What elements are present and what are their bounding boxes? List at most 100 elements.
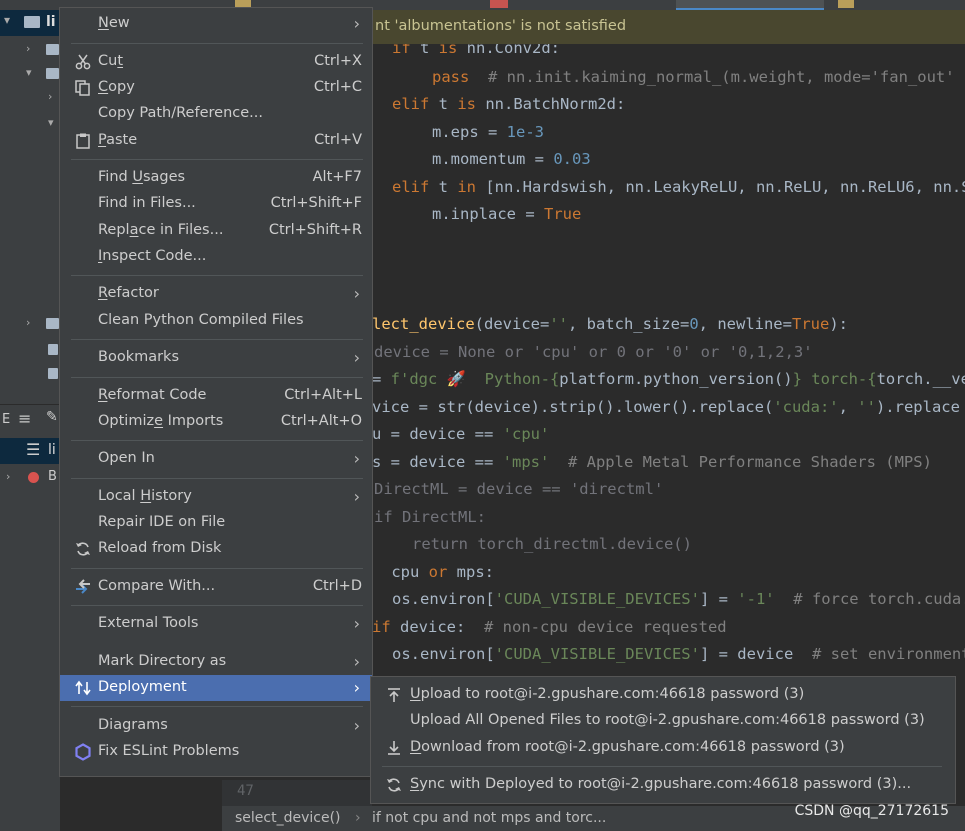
- chevron-right-icon: ›: [353, 284, 360, 303]
- menu-separator: [71, 478, 363, 479]
- code-line[interactable]: if device: # non-cpu device requested: [372, 614, 727, 640]
- code-line[interactable]: lect_device(device='', batch_size=0, new…: [372, 311, 848, 337]
- menu-item-find-usages[interactable]: Find Usages Alt+F7: [60, 165, 372, 191]
- code-line[interactable]: pass # nn.init.kaiming_normal_(m.weight,…: [432, 64, 955, 90]
- code-line[interactable]: u = device == 'cpu': [372, 421, 549, 447]
- tree-row[interactable]: ›: [0, 38, 60, 62]
- menu-item-shortcut: Ctrl+V: [314, 132, 362, 148]
- file-icon: [48, 368, 58, 379]
- submenu-item-label: Upload to root@i-2.gpushare.com:46618 pa…: [410, 686, 805, 702]
- menu-item-label: Find Usages: [98, 169, 186, 185]
- menu-item-label: Reload from Disk: [98, 540, 222, 556]
- code-line[interactable]: elif t is nn.BatchNorm2d:: [392, 91, 625, 117]
- menu-item-clean-python-compiled-files[interactable]: Clean Python Compiled Files: [60, 308, 372, 334]
- breadcrumb-condition[interactable]: if not cpu and not mps and torc...: [372, 810, 606, 826]
- menu-separator: [71, 706, 363, 707]
- menu-item-copy[interactable]: Copy Ctrl+C: [60, 75, 372, 101]
- submenu-item-upload[interactable]: Upload to root@i-2.gpushare.com:46618 pa…: [371, 682, 955, 708]
- deployment-submenu: Upload to root@i-2.gpushare.com:46618 pa…: [370, 676, 956, 804]
- menu-item-reformat-code[interactable]: Reformat Code Ctrl+Alt+L: [60, 383, 372, 409]
- project-tree-selected-row[interactable]: ▾ li: [0, 10, 60, 36]
- eslint-icon: [74, 743, 92, 761]
- menu-item-paste[interactable]: Paste Ctrl+V: [60, 128, 372, 154]
- menu-item-bookmarks[interactable]: Bookmarks ›: [60, 345, 372, 371]
- structure-selected-row[interactable]: ☰ li: [0, 438, 60, 464]
- pin-icon[interactable]: ✎: [46, 409, 58, 425]
- menu-item-local-history[interactable]: Local History ›: [60, 484, 372, 510]
- code-line[interactable]: = f'dgc 🚀 Python-{platform.python_versio…: [372, 366, 965, 392]
- chevron-down-icon[interactable]: ▾: [26, 66, 32, 79]
- code-line[interactable]: elif t in [nn.Hardswish, nn.LeakyReLU, n…: [392, 174, 965, 200]
- code-line[interactable]: cpu or mps:: [382, 559, 494, 585]
- compare-icon: [74, 578, 92, 596]
- menu-item-replace-in-files[interactable]: Replace in Files... Ctrl+Shift+R: [60, 218, 372, 244]
- menu-item-refactor[interactable]: Refactor ›: [60, 281, 372, 307]
- chevron-right-icon[interactable]: ›: [26, 316, 30, 329]
- code-line[interactable]: m.eps = 1e-3: [432, 119, 544, 145]
- tree-row[interactable]: ›: [0, 312, 60, 336]
- chevron-right-icon[interactable]: ›: [26, 42, 30, 55]
- active-editor-tab[interactable]: [676, 0, 824, 10]
- code-line[interactable]: if t is nn.Conv2d:: [392, 44, 560, 61]
- menu-item-open-in[interactable]: Open In ›: [60, 446, 372, 472]
- code-line[interactable]: os.environ['CUDA_VISIBLE_DEVICES'] = '-1…: [392, 586, 965, 612]
- menu-item-label: Optimize Imports: [98, 413, 224, 429]
- tree-row[interactable]: ▾: [0, 62, 60, 86]
- menu-item-label: Diagrams: [98, 717, 168, 733]
- menu-item-mark-directory-as[interactable]: Mark Directory as ›: [60, 649, 372, 675]
- chevron-right-icon: ›: [353, 348, 360, 367]
- chevron-right-icon[interactable]: ›: [48, 90, 52, 103]
- folder-icon: [46, 318, 59, 329]
- menu-item-fix-eslint-problems[interactable]: Fix ESLint Problems: [60, 739, 372, 765]
- breadcrumb-function[interactable]: select_device(): [235, 810, 341, 826]
- chevron-down-icon[interactable]: ▾: [48, 116, 54, 129]
- menu-item-label: Local History: [98, 488, 192, 504]
- menu-item-optimize-imports[interactable]: Optimize Imports Ctrl+Alt+O: [60, 409, 372, 435]
- submenu-item-label: Upload All Opened Files to root@i-2.gpus…: [410, 712, 925, 728]
- code-line[interactable]: m.momentum = 0.03: [432, 146, 591, 172]
- tree-row[interactable]: ▾: [0, 112, 60, 136]
- code-line[interactable]: vice = str(device).strip().lower().repla…: [372, 394, 960, 420]
- tree-row[interactable]: ›: [0, 86, 60, 110]
- folder-icon: [24, 16, 40, 28]
- menu-item-external-tools[interactable]: External Tools ›: [60, 611, 372, 637]
- menu-item-shortcut: Ctrl+D: [312, 578, 362, 594]
- code-line[interactable]: DirectML = device == 'directml': [374, 476, 663, 502]
- menu-item-copy-path-reference[interactable]: Copy Path/Reference...: [60, 101, 372, 127]
- menu-item-deployment[interactable]: Deployment ›: [60, 675, 372, 701]
- menu-item-cut[interactable]: Cut Ctrl+X: [60, 49, 372, 75]
- tree-row[interactable]: [0, 338, 60, 362]
- reload-icon: [74, 540, 92, 558]
- menu-item-repair-ide-on-file[interactable]: Repair IDE on File: [60, 510, 372, 536]
- menu-item-shortcut: Alt+F7: [312, 169, 362, 185]
- submenu-item-sync[interactable]: Sync with Deployed to root@i-2.gpushare.…: [371, 772, 955, 798]
- code-line[interactable]: return torch_directml.device(): [412, 531, 692, 557]
- code-line[interactable]: device = None or 'cpu' or 0 or '0' or '0…: [374, 339, 813, 365]
- submenu-item-download[interactable]: Download from root@i-2.gpushare.com:4661…: [371, 735, 955, 761]
- tree-row[interactable]: [0, 362, 60, 386]
- menu-separator: [382, 766, 942, 767]
- menu-item-compare-with[interactable]: Compare With... Ctrl+D: [60, 574, 372, 600]
- menu-item-find-in-files[interactable]: Find in Files... Ctrl+Shift+F: [60, 191, 372, 217]
- code-line[interactable]: s = device == 'mps' # Apple Metal Perfor…: [372, 449, 932, 475]
- menu-item-inspect-code[interactable]: Inspect Code...: [60, 244, 372, 270]
- file-type-icon: [490, 0, 508, 8]
- deployment-icon: [74, 679, 92, 697]
- code-line[interactable]: if DirectML:: [374, 504, 486, 530]
- menu-item-label: Repair IDE on File: [98, 514, 226, 530]
- chevron-down-icon[interactable]: ▾: [4, 13, 10, 27]
- upload-icon: [385, 686, 403, 704]
- folder-icon: [46, 68, 59, 79]
- code-line[interactable]: os.environ['CUDA_VISIBLE_DEVICES'] = dev…: [392, 641, 965, 667]
- menu-item-label: Fix ESLint Problems: [98, 743, 240, 759]
- menu-item-reload-from-disk[interactable]: Reload from Disk: [60, 536, 372, 562]
- add-list-icon[interactable]: ≡: [18, 409, 31, 428]
- code-line[interactable]: m.inplace = True: [432, 201, 581, 227]
- chevron-right-icon[interactable]: ›: [6, 470, 10, 483]
- menu-item-diagrams[interactable]: Diagrams ›: [60, 713, 372, 739]
- structure-toolbar: E ≡ ✎: [0, 404, 60, 435]
- tree-row[interactable]: › B: [0, 466, 60, 490]
- menu-item-new[interactable]: New ›: [60, 11, 372, 37]
- folder-icon: [46, 44, 59, 55]
- submenu-item-upload-all[interactable]: Upload All Opened Files to root@i-2.gpus…: [371, 708, 955, 734]
